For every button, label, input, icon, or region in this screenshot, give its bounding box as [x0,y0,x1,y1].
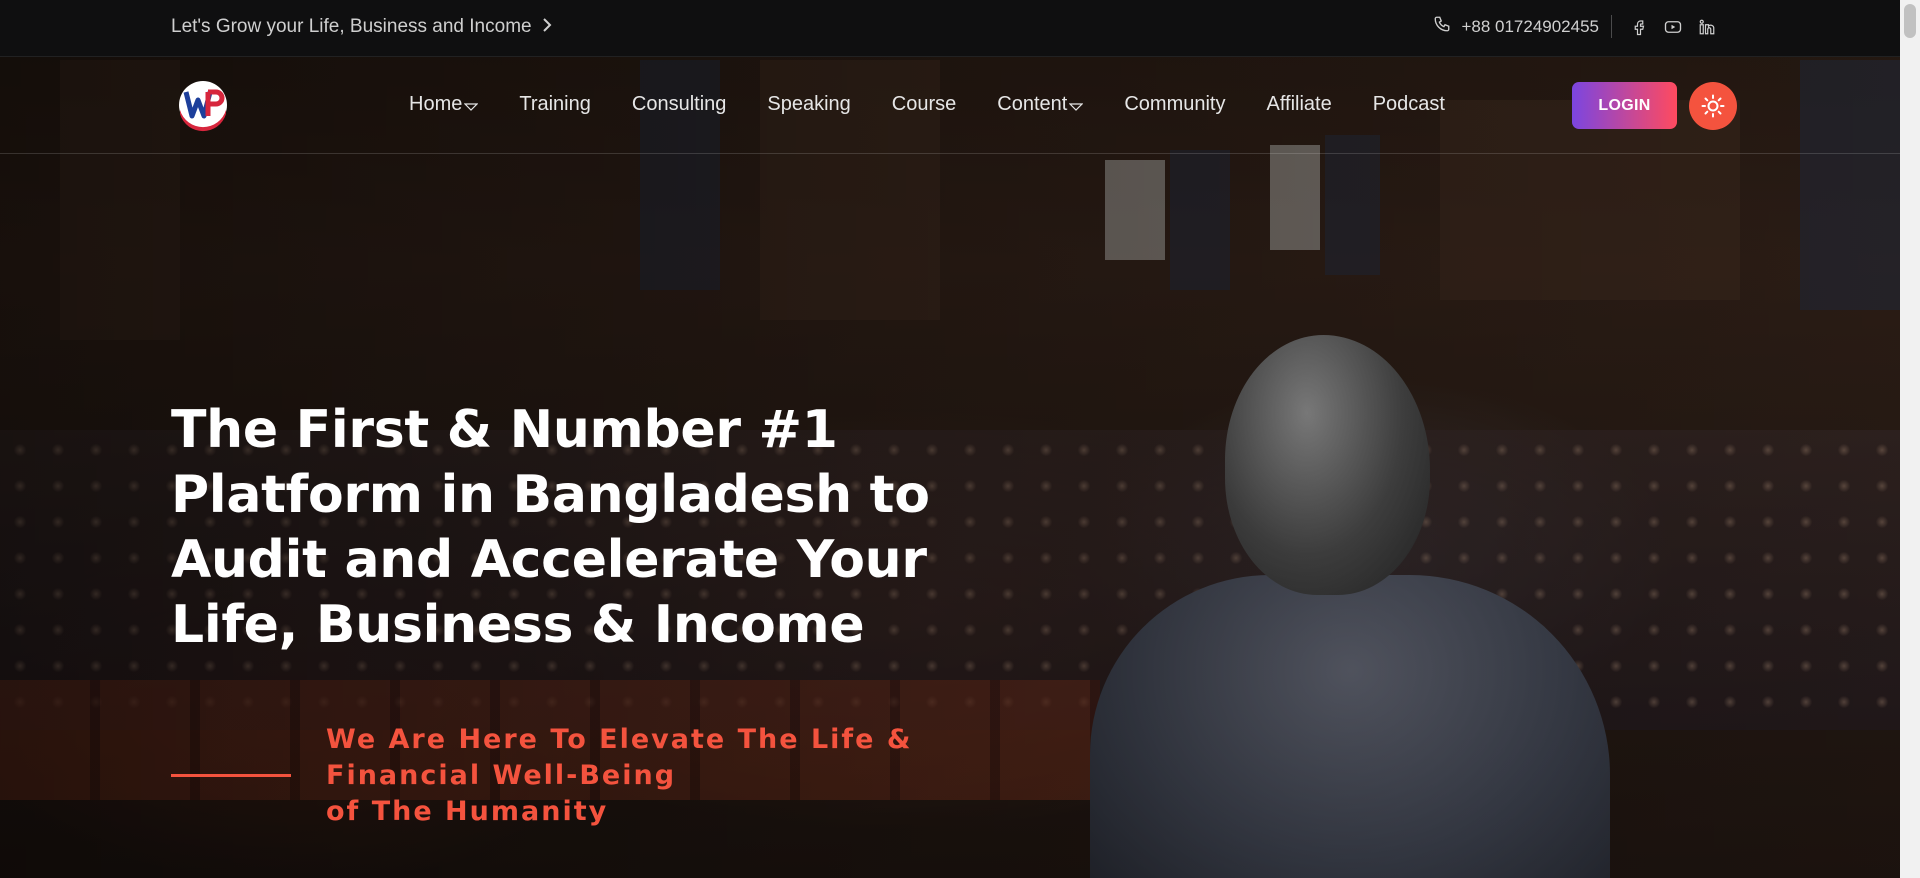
contact-info: +88 01724902455 [1433,15,1716,38]
top-bar: Let's Grow your Life, Business and Incom… [0,0,1900,57]
site-logo[interactable] [172,78,234,132]
social-links [1612,18,1716,36]
nav-item-home[interactable]: Home [409,93,479,116]
page-scrollbar[interactable] [1900,0,1920,878]
main-navbar: Home Training Consulting Speaking Course… [0,57,1900,154]
linkedin-icon[interactable] [1698,18,1716,36]
phone-link[interactable]: +88 01724902455 [1433,15,1612,38]
nav-label: Affiliate [1266,93,1332,115]
nav-label: Podcast [1372,93,1445,115]
chevron-right-icon [542,17,552,38]
login-button[interactable]: LOGIN [1572,82,1677,129]
nav-item-podcast[interactable]: Podcast [1373,93,1445,116]
sun-icon [1701,94,1725,118]
caret-down-icon [1069,102,1084,111]
subline-line-1: We Are Here To Elevate The Life & [326,724,913,755]
subline-line-2: Financial Well-Being [326,760,677,791]
nav-item-course[interactable]: Course [892,93,956,116]
nav-item-speaking[interactable]: Speaking [767,93,850,116]
theme-toggle-button[interactable] [1689,82,1737,130]
primary-nav: Home Training Consulting Speaking Course… [409,93,1486,116]
tagline-link[interactable]: Let's Grow your Life, Business and Incom… [171,16,552,38]
nav-item-affiliate[interactable]: Affiliate [1266,93,1331,116]
subline-line-3: of The Humanity [326,796,609,827]
phone-number: +88 01724902455 [1461,16,1599,36]
youtube-icon[interactable] [1664,18,1682,36]
nav-item-training[interactable]: Training [519,93,591,116]
nav-label: Content [997,93,1068,115]
nav-label: Training [519,93,591,115]
nav-label: Home [409,93,463,115]
nav-label: Consulting [631,93,727,115]
tagline-text: Let's Grow your Life, Business and Incom… [171,16,532,37]
nav-item-content[interactable]: Content [997,93,1084,116]
hero-subline: We Are Here To Elevate The Life & Financ… [326,722,926,830]
caret-down-icon [464,102,479,111]
phone-icon [1433,15,1451,38]
accent-divider [171,774,291,777]
nav-item-consulting[interactable]: Consulting [632,93,727,116]
scrollbar-thumb[interactable] [1904,4,1916,38]
nav-item-community[interactable]: Community [1124,93,1225,116]
hero-headline: The First & Number #1 Platform in Bangla… [171,400,930,655]
nav-label: Speaking [767,93,851,115]
nav-label: Course [891,93,957,115]
nav-label: Community [1124,93,1226,115]
facebook-icon[interactable] [1630,18,1648,36]
